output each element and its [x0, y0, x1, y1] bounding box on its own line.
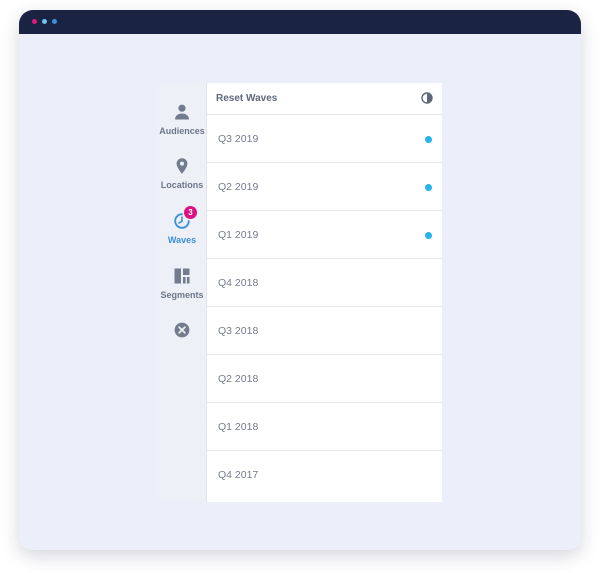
sidebar-item-label: Segments	[160, 290, 204, 300]
sidebar-item-locations[interactable]: Locations	[158, 157, 206, 201]
contrast-icon[interactable]	[421, 92, 433, 104]
waves-content: Reset Waves Q3 2019 Q2 2019 Q1 2019 Q4 2…	[207, 83, 442, 502]
wave-label: Q3 2019	[218, 133, 259, 145]
sidebar: Audiences Locations 3 Waves Segments	[158, 83, 207, 502]
close-circle-icon	[173, 321, 191, 339]
sidebar-item-audiences[interactable]: Audiences	[158, 103, 206, 147]
wave-row-q1-2019[interactable]: Q1 2019	[207, 211, 442, 259]
sidebar-item-segments[interactable]: Segments	[158, 267, 206, 311]
wave-label: Q2 2018	[218, 373, 259, 385]
wave-row-q2-2019[interactable]: Q2 2019	[207, 163, 442, 211]
window-dot-light-blue[interactable]	[42, 19, 47, 24]
reset-waves-button[interactable]: Reset Waves	[216, 93, 277, 104]
waves-header: Reset Waves	[207, 83, 442, 115]
wave-row-q2-2018[interactable]: Q2 2018	[207, 355, 442, 403]
sidebar-item-label: Audiences	[159, 126, 205, 136]
waves-panel: Audiences Locations 3 Waves Segments Res…	[158, 83, 442, 502]
title-bar	[19, 10, 581, 34]
sidebar-item-label: Waves	[167, 235, 197, 245]
wave-row-q3-2019[interactable]: Q3 2019	[207, 115, 442, 163]
waves-count-badge: 3	[184, 206, 197, 219]
wave-row-q3-2018[interactable]: Q3 2018	[207, 307, 442, 355]
selected-indicator	[425, 136, 432, 143]
wave-label: Q3 2018	[218, 325, 259, 337]
window-dot-red[interactable]	[32, 19, 37, 24]
wave-label: Q4 2018	[218, 277, 259, 289]
sidebar-item-waves[interactable]: 3 Waves	[158, 206, 206, 256]
wave-label: Q1 2019	[218, 229, 259, 241]
segments-icon	[173, 267, 191, 285]
clear-selection-button[interactable]	[158, 321, 206, 365]
person-icon	[173, 103, 191, 121]
wave-label: Q2 2019	[218, 181, 259, 193]
sidebar-item-label: Locations	[160, 180, 204, 190]
location-pin-icon	[173, 157, 191, 175]
selected-indicator	[425, 232, 432, 239]
wave-row-q4-2017[interactable]: Q4 2017	[207, 451, 442, 498]
wave-row-q1-2018[interactable]: Q1 2018	[207, 403, 442, 451]
window-dot-blue[interactable]	[52, 19, 57, 24]
selected-indicator	[425, 184, 432, 191]
clock-icon: 3	[173, 206, 197, 230]
app-window: Audiences Locations 3 Waves Segments Res…	[19, 10, 581, 550]
wave-row-q4-2018[interactable]: Q4 2018	[207, 259, 442, 307]
wave-label: Q1 2018	[218, 421, 259, 433]
wave-label: Q4 2017	[218, 469, 259, 481]
